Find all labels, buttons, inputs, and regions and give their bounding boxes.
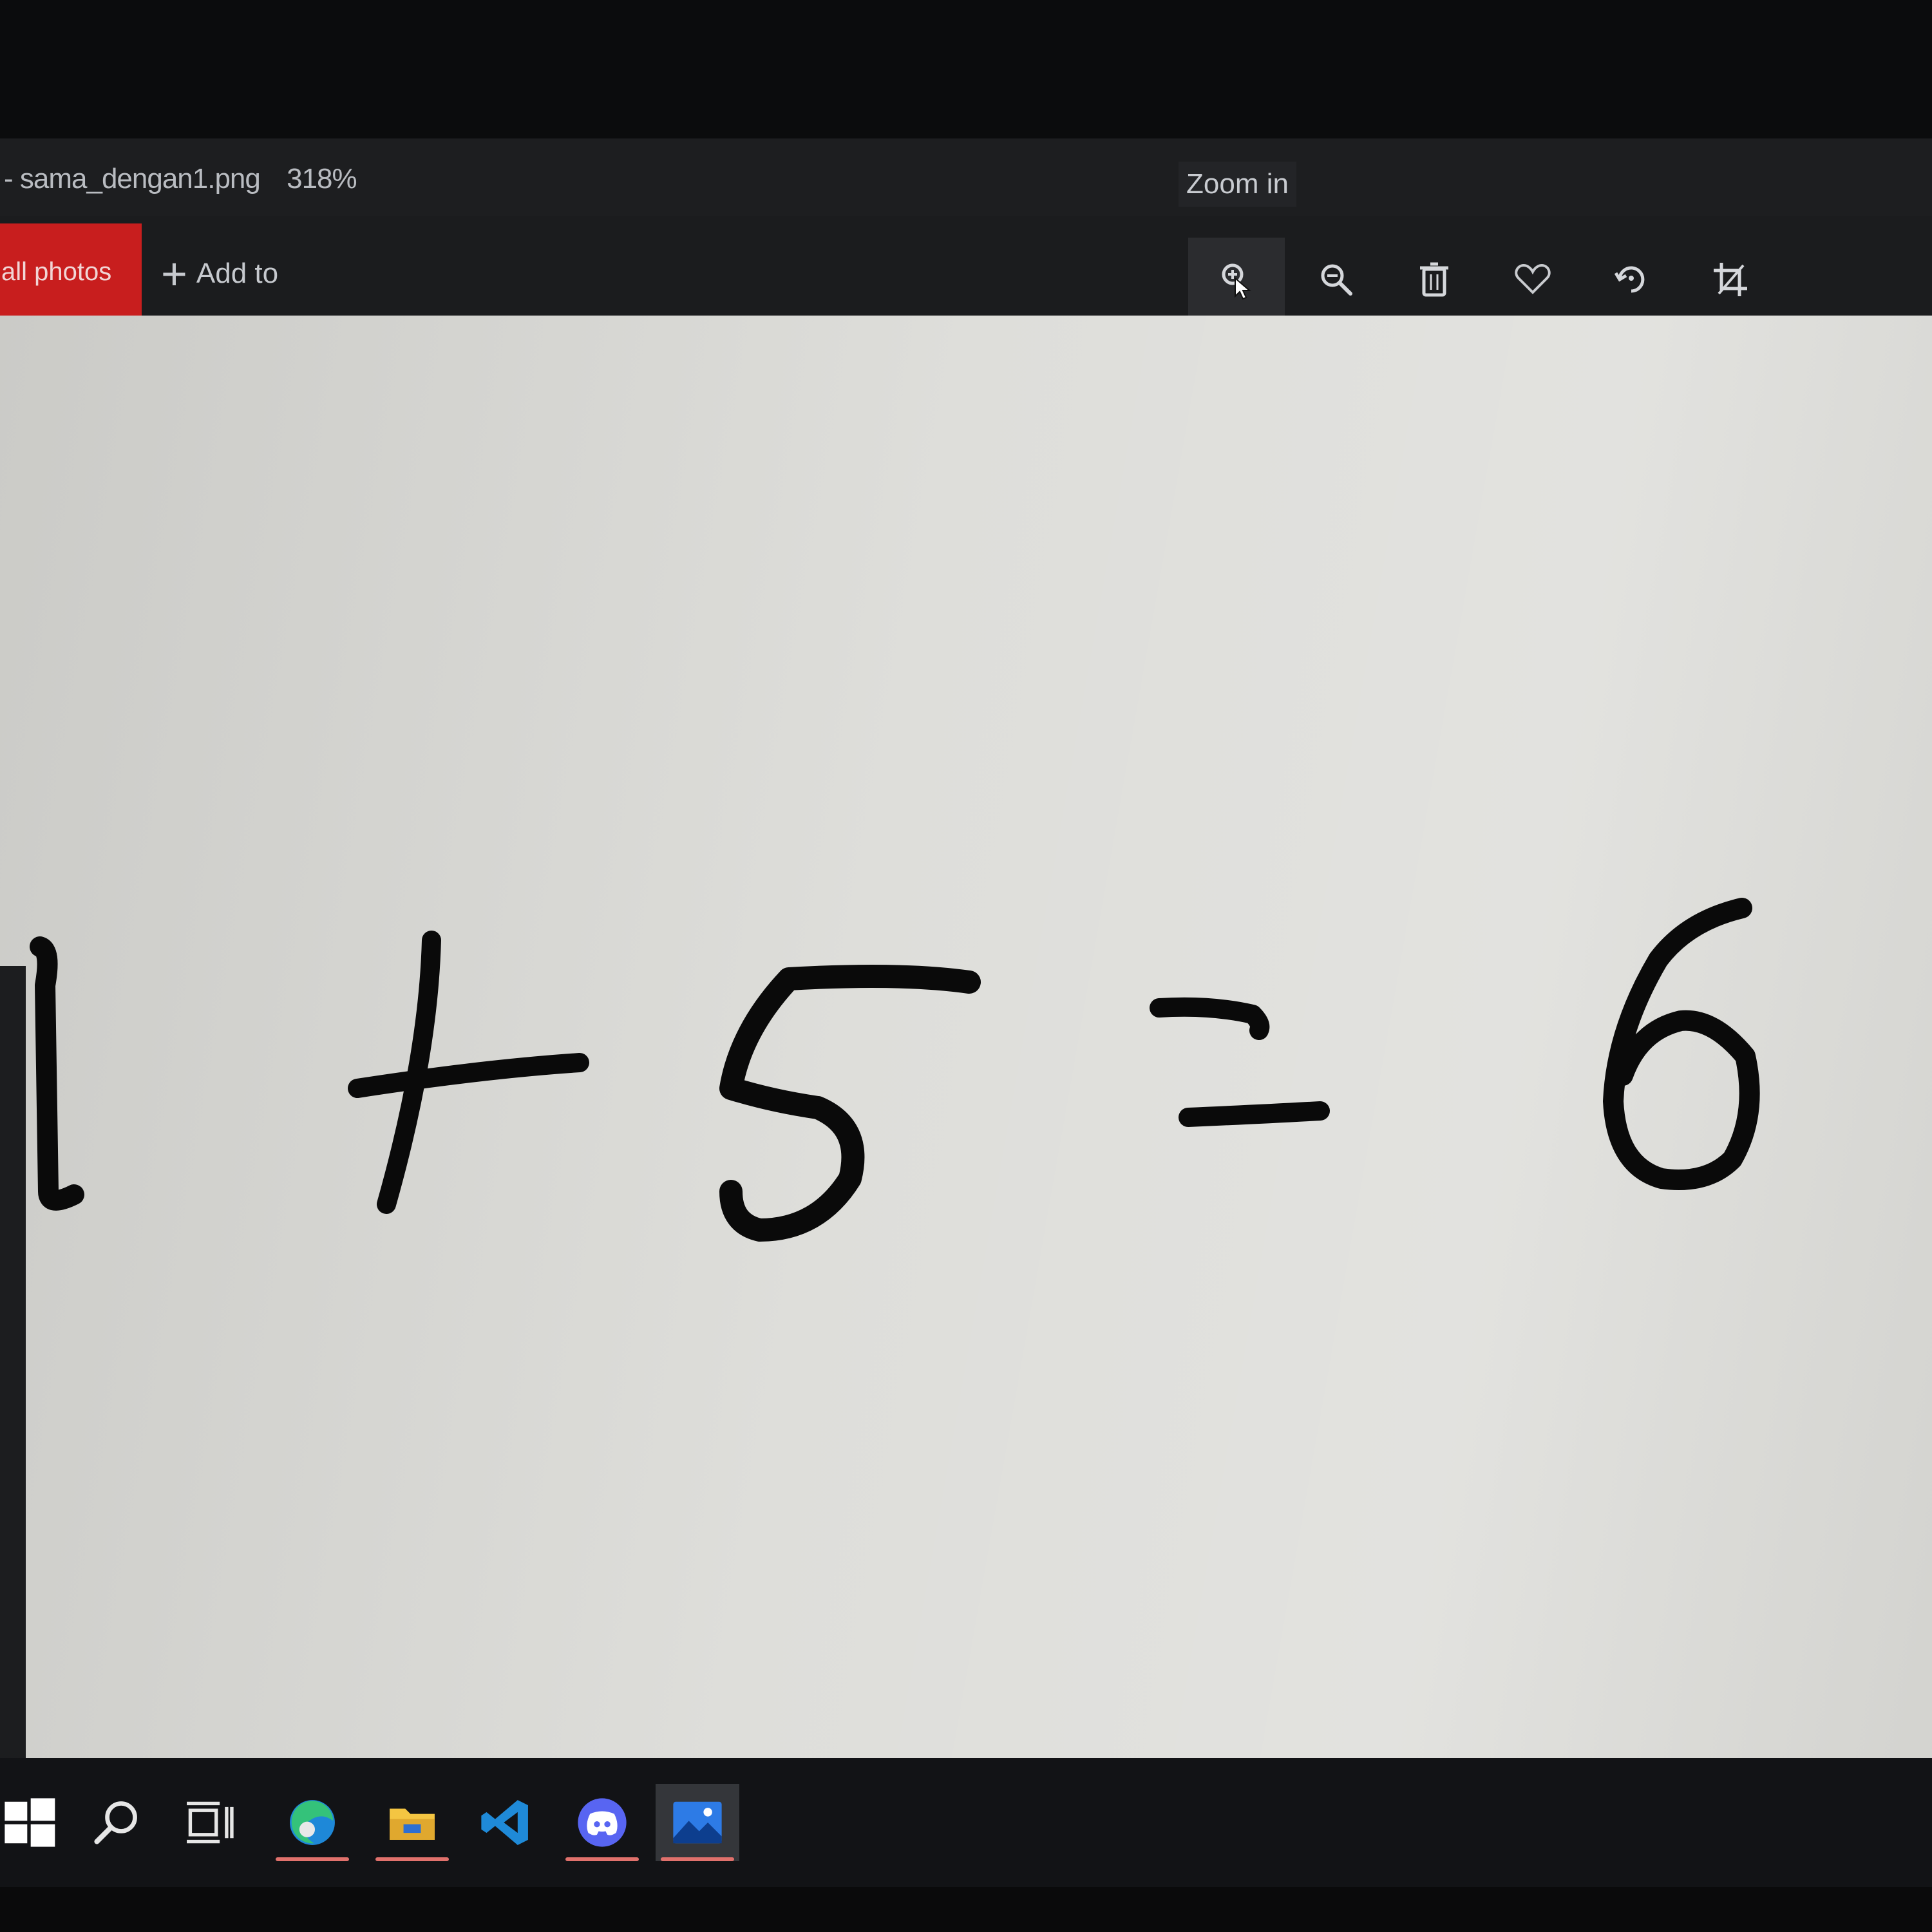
crop-button[interactable] <box>1682 238 1779 321</box>
monitor-bezel-bottom <box>0 1887 1932 1932</box>
rotate-button[interactable] <box>1583 238 1680 321</box>
window-title: - sama_dengan1.png 318% <box>4 163 357 195</box>
toolbar: all photos + Add to <box>0 216 1932 321</box>
delete-icon <box>1420 262 1448 297</box>
handwritten-equation <box>30 898 1760 1242</box>
plus-icon: + <box>161 249 187 299</box>
title-bar: - sama_dengan1.png 318% Zoom in <box>0 138 1932 216</box>
equals-bottom <box>1179 1101 1330 1127</box>
file-explorer-icon <box>390 1808 435 1840</box>
plus-horizontal <box>348 1053 589 1098</box>
crop-icon <box>1714 263 1747 296</box>
zoom-in-tooltip: Zoom in <box>1179 162 1296 207</box>
running-indicator <box>276 1857 349 1861</box>
taskbar <box>0 1758 1932 1887</box>
zoom-level: 318% <box>287 163 357 194</box>
add-to-button[interactable]: + Add to <box>161 248 278 299</box>
file-name: - sama_dengan1.png <box>4 163 261 194</box>
digit-six <box>1603 898 1760 1190</box>
photos-icon <box>673 1801 722 1844</box>
favorite-button[interactable] <box>1484 238 1581 321</box>
all-photos-button[interactable]: all photos <box>0 223 142 320</box>
discord-taskbar-item[interactable] <box>560 1784 644 1861</box>
photos-taskbar-item[interactable] <box>656 1784 739 1861</box>
photos-app-window: - sama_dengan1.png 318% Zoom in all phot… <box>0 138 1932 1758</box>
zoom-in-button[interactable] <box>1188 238 1285 321</box>
start-button[interactable] <box>0 1784 71 1861</box>
delete-button[interactable] <box>1386 238 1482 321</box>
vscode-icon <box>481 1800 528 1845</box>
monitor-bezel-top <box>0 0 1932 138</box>
search-icon <box>94 1801 137 1844</box>
discord-icon <box>578 1798 627 1847</box>
windows-start-icon <box>5 1798 55 1847</box>
file-explorer-taskbar-item[interactable] <box>370 1784 454 1861</box>
task-view-button[interactable] <box>167 1784 251 1861</box>
running-indicator <box>375 1857 449 1861</box>
rotate-icon <box>1614 266 1645 293</box>
zoom-out-button[interactable] <box>1288 238 1385 321</box>
zoom-out-icon <box>1321 264 1352 296</box>
search-button[interactable] <box>74 1784 158 1861</box>
favorite-heart-icon <box>1515 263 1551 294</box>
running-indicator <box>565 1857 639 1861</box>
running-indicator <box>661 1857 734 1861</box>
canvas-edge-shadow <box>0 966 26 1758</box>
vscode-taskbar-item[interactable] <box>464 1784 547 1861</box>
equals-top <box>1150 997 1270 1040</box>
add-to-label: Add to <box>196 258 279 289</box>
edge-taskbar-item[interactable] <box>270 1784 354 1861</box>
image-canvas[interactable] <box>0 316 1932 1758</box>
zoom-in-icon <box>1222 263 1251 300</box>
edge-icon <box>290 1800 335 1845</box>
digit-one <box>30 936 84 1211</box>
digit-five <box>719 965 981 1242</box>
task-view-icon <box>187 1801 234 1844</box>
